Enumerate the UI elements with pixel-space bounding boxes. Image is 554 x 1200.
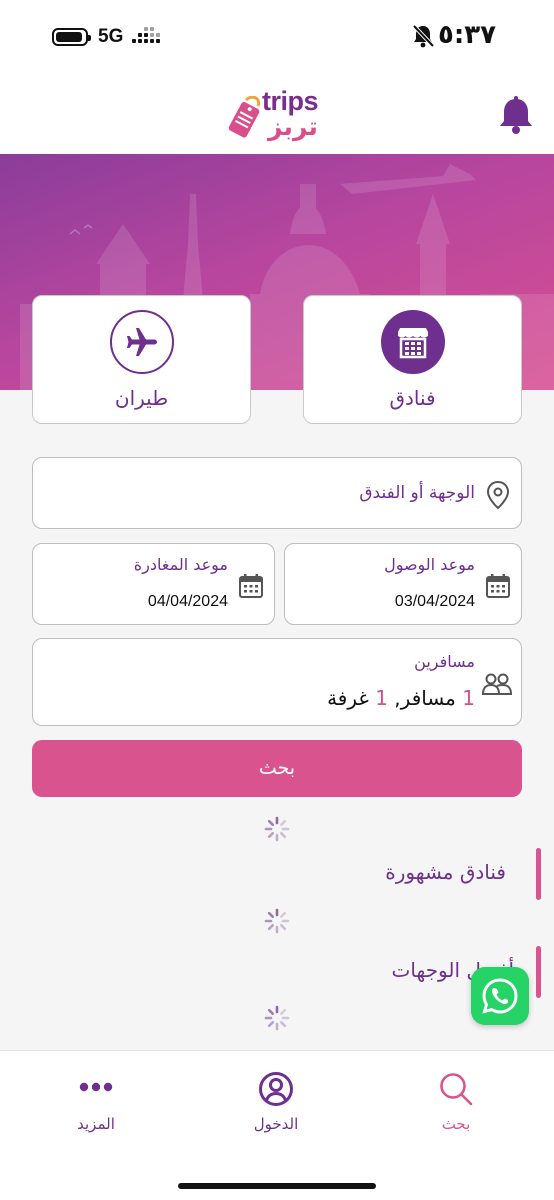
destination-placeholder: الوجهة أو الفندق [359, 483, 475, 503]
bell-off-icon [412, 24, 434, 48]
travelers-summary: 1 مسافر, 1 غرفة [327, 686, 475, 710]
notifications-bell-icon[interactable] [498, 96, 534, 134]
plane-icon [110, 310, 174, 374]
loading-spinner-icon [264, 1005, 290, 1031]
travelers-field[interactable]: مسافرين 1 مسافر, 1 غرفة [32, 638, 522, 726]
whatsapp-icon [482, 978, 518, 1014]
logo-text-ar: تربز [268, 112, 318, 141]
tab-hotels[interactable]: فنادق [303, 295, 522, 424]
nav-search[interactable]: بحث [386, 1051, 526, 1151]
arrival-date-label: موعد الوصول [384, 555, 475, 574]
user-icon [259, 1072, 293, 1106]
nav-more[interactable]: المزيد [26, 1051, 166, 1151]
section-accent-bar [536, 848, 541, 900]
nav-more-label: المزيد [77, 1115, 115, 1133]
whatsapp-button[interactable] [471, 967, 529, 1025]
network-type: 5G [98, 26, 124, 47]
hotel-icon [381, 310, 445, 374]
search-button[interactable]: بحث [32, 740, 522, 797]
arrival-date-value: 03/04/2024 [394, 593, 475, 610]
room-word: غرفة [327, 686, 369, 710]
location-pin-icon [486, 480, 510, 510]
room-count: 1 [375, 686, 388, 710]
app-logo[interactable]: trips تربز [226, 86, 336, 142]
arrival-date-field[interactable]: موعد الوصول 03/04/2024 [284, 543, 522, 625]
more-icon [79, 1082, 113, 1092]
section-accent-bar [536, 946, 541, 998]
bottom-nav: المزيد الدخول بحث [0, 1050, 554, 1160]
tab-flights-label: طيران [114, 386, 169, 410]
traveler-count: 1 [462, 686, 475, 710]
nav-login[interactable]: الدخول [206, 1051, 346, 1151]
traveler-word: مسافر, [394, 686, 456, 710]
nav-login-label: الدخول [253, 1115, 299, 1133]
section-title-popular-hotels: فنادق مشهورة [385, 860, 506, 884]
nav-search-label: بحث [441, 1115, 471, 1133]
battery-icon [52, 28, 91, 46]
clock: ٥:٣٧ [438, 20, 497, 50]
app-header: trips تربز [0, 72, 554, 154]
loading-spinner-icon [264, 816, 290, 842]
calendar-icon [486, 574, 510, 598]
destination-input[interactable]: الوجهة أو الفندق [32, 457, 522, 529]
loading-spinner-icon [264, 908, 290, 934]
tab-flights[interactable]: طيران [32, 295, 251, 424]
departure-date-value: 04/04/2024 [147, 593, 228, 610]
search-icon [440, 1073, 473, 1106]
travelers-label: مسافرين [414, 652, 475, 671]
departure-date-label: موعد المغادرة [133, 555, 228, 574]
luggage-tag-icon [228, 96, 261, 138]
status-bar: 5G ٥:٣٧ [0, 0, 554, 72]
tab-hotels-label: فنادق [389, 386, 436, 410]
home-indicator [178, 1183, 376, 1189]
departure-date-field[interactable]: موعد المغادرة 04/04/2024 [32, 543, 275, 625]
signal-icon [132, 27, 160, 47]
people-icon [481, 673, 513, 695]
calendar-icon [239, 574, 263, 598]
